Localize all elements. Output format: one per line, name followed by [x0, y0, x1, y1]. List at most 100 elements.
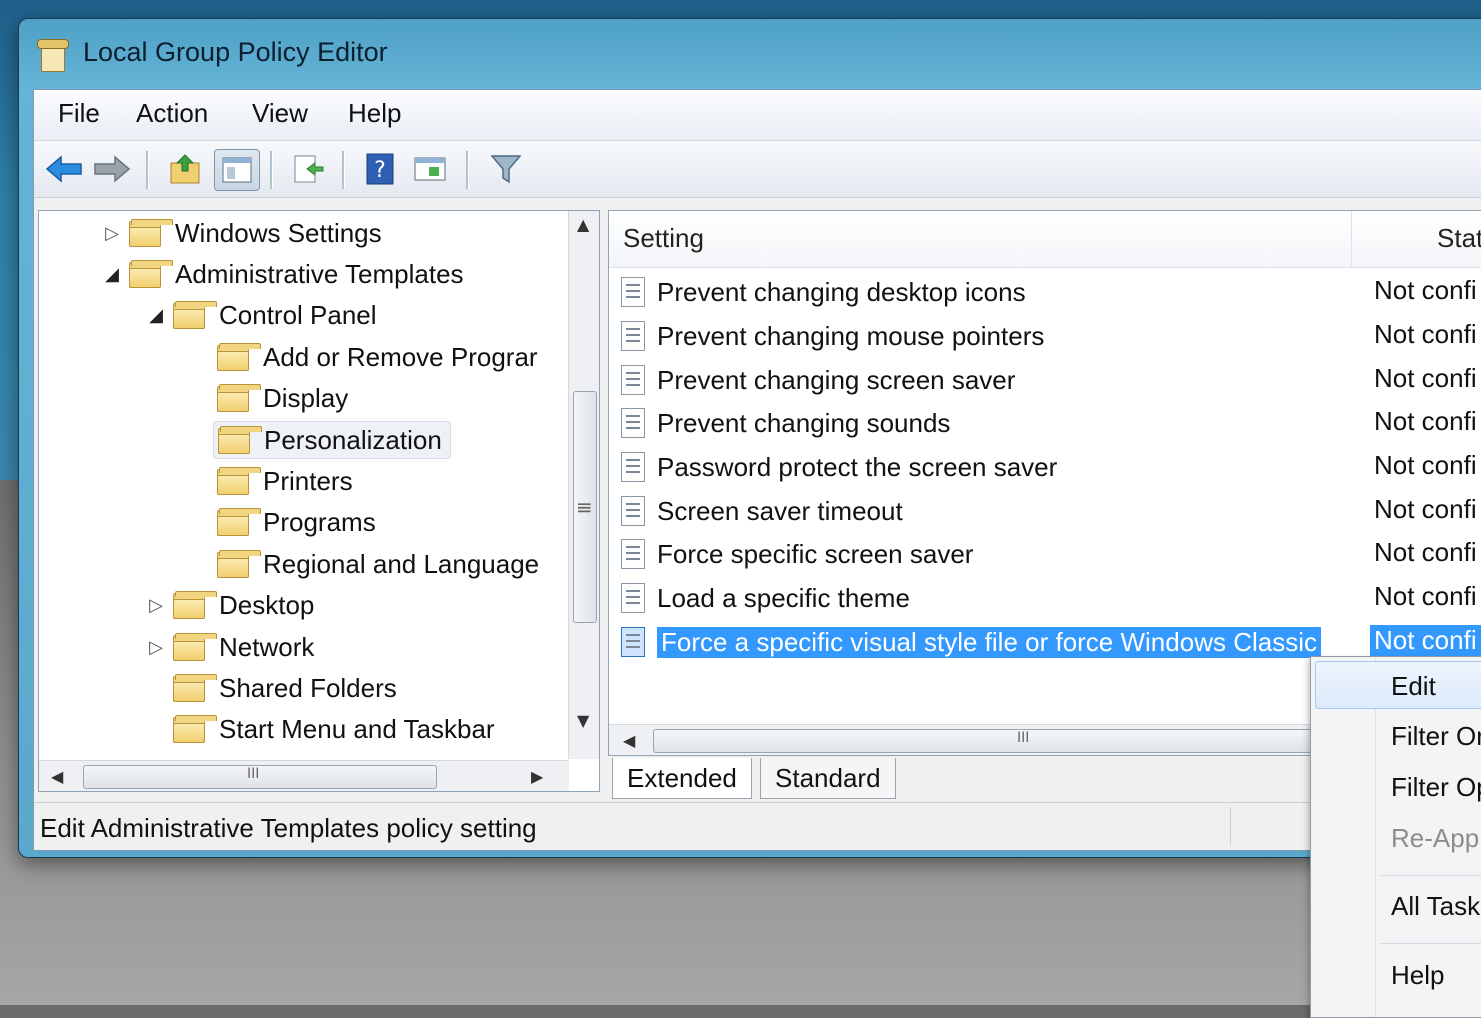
setting-state: Not confi [1374, 537, 1477, 567]
tree-item-label: Network [219, 631, 315, 662]
setting-row-selected[interactable]: Force a specific visual style file or fo… [621, 623, 1321, 661]
tree-item-personalization[interactable]: Personalization [213, 421, 451, 459]
tree-item-label: Add or Remove Prograr [263, 341, 538, 372]
tab-extended[interactable]: Extended [612, 758, 752, 799]
forward-icon[interactable] [90, 149, 134, 189]
setting-name: Prevent changing desktop icons [657, 276, 1026, 307]
context-menu-edit[interactable]: Edit [1391, 671, 1436, 702]
context-menu-reapply: Re-App [1391, 823, 1480, 853]
tree-item-label: Printers [263, 465, 353, 496]
menu-bar: File Action View Help [34, 90, 1481, 141]
tree-item-shared-folders[interactable]: Shared Folders [173, 670, 397, 706]
setting-state: Not confi [1374, 581, 1477, 611]
tree-pane[interactable]: ▷ Windows Settings ◢ Administrative Temp… [38, 210, 600, 792]
tree-item-label: Start Menu and Taskbar [219, 713, 495, 744]
collapse-arrow-icon[interactable]: ◢ [145, 304, 167, 326]
tree-item-administrative-templates[interactable]: ◢ Administrative Templates [101, 256, 464, 292]
column-header-setting[interactable]: Setting [623, 223, 704, 254]
scroll-up-icon[interactable]: ▲ [577, 215, 589, 234]
grip-icon: III [1017, 730, 1030, 746]
setting-name: Prevent changing screen saver [657, 364, 1016, 395]
tree-vertical-scrollbar[interactable]: ▲ ≡ ▼ [568, 211, 599, 759]
collapse-arrow-icon[interactable]: ◢ [101, 263, 123, 285]
folder-icon [217, 508, 261, 536]
folder-icon [173, 633, 217, 661]
tree-item-printers[interactable]: Printers [217, 463, 353, 499]
policy-setting-icon [621, 277, 645, 307]
setting-row[interactable]: Load a specific theme [621, 579, 910, 617]
tree-item-windows-settings[interactable]: ▷ Windows Settings [101, 215, 382, 251]
title-bar[interactable]: Local Group Policy Editor [19, 19, 1481, 89]
setting-row[interactable]: Prevent changing mouse pointers [621, 317, 1044, 355]
policy-setting-icon [621, 452, 645, 482]
column-header-state[interactable]: Stat [1437, 223, 1481, 254]
scroll-left-icon[interactable]: ◀ [623, 731, 635, 750]
tree-item-network[interactable]: ▷ Network [145, 629, 314, 665]
tree-item-start-menu-taskbar[interactable]: Start Menu and Taskbar [173, 711, 495, 747]
tree-item-regional-language[interactable]: Regional and Language [217, 546, 539, 582]
list-header: Setting Stat [609, 211, 1481, 268]
setting-name: Prevent changing mouse pointers [657, 320, 1045, 351]
expand-arrow-icon[interactable]: ▷ [145, 636, 167, 658]
menu-file[interactable]: File [54, 98, 104, 129]
setting-row[interactable]: Prevent changing sounds [621, 404, 950, 442]
window-title: Local Group Policy Editor [83, 37, 388, 67]
context-menu-all-tasks[interactable]: All Task [1391, 891, 1480, 922]
tree-item-add-remove-programs[interactable]: Add or Remove Prograr [217, 339, 538, 375]
policy-setting-icon [621, 539, 645, 569]
expand-arrow-icon[interactable]: ▷ [145, 594, 167, 616]
tree-item-label: Windows Settings [175, 217, 382, 248]
policy-setting-icon [621, 627, 645, 657]
folder-icon [129, 219, 173, 247]
toolbar: ? [34, 141, 1481, 198]
folder-icon [173, 301, 217, 329]
tree-item-label: Personalization [264, 424, 442, 455]
grip-icon: ≡ [576, 495, 593, 519]
group-policy-icon [37, 39, 69, 72]
context-menu-filter-options[interactable]: Filter Op [1391, 772, 1481, 803]
setting-state: Not confi [1374, 406, 1477, 436]
up-folder-icon[interactable] [164, 149, 208, 189]
tree-item-label: Administrative Templates [175, 258, 464, 289]
setting-row[interactable]: Force specific screen saver [621, 535, 973, 573]
policy-setting-icon [621, 321, 645, 351]
tab-standard[interactable]: Standard [760, 758, 896, 799]
view-tabs: Extended Standard [608, 756, 1368, 802]
setting-state: Not confi [1370, 625, 1481, 656]
context-menu: Edit Filter Or Filter Op Re-App All Task… [1310, 656, 1481, 1018]
scroll-down-icon[interactable]: ▼ [577, 711, 589, 730]
tree-item-label: Shared Folders [219, 672, 397, 703]
setting-row[interactable]: Prevent changing desktop icons [621, 273, 1026, 311]
scroll-thumb[interactable] [653, 729, 1335, 753]
policy-setting-icon [621, 365, 645, 395]
setting-row[interactable]: Screen saver timeout [621, 492, 903, 530]
scroll-left-icon[interactable]: ◀ [51, 767, 63, 786]
setting-name: Force specific screen saver [657, 538, 974, 569]
setting-row[interactable]: Prevent changing screen saver [621, 361, 1015, 399]
scroll-thumb[interactable] [83, 765, 437, 789]
menu-view[interactable]: View [248, 98, 312, 129]
setting-state: Not confi [1374, 363, 1477, 393]
folder-icon [217, 550, 261, 578]
tree-item-desktop[interactable]: ▷ Desktop [145, 587, 314, 623]
setting-name: Password protect the screen saver [657, 451, 1058, 482]
tree-item-programs[interactable]: Programs [217, 504, 376, 540]
scroll-right-icon[interactable]: ▶ [531, 767, 543, 786]
menu-action[interactable]: Action [132, 98, 212, 129]
tree-item-display[interactable]: Display [217, 380, 348, 416]
export-list-icon[interactable] [286, 149, 330, 189]
context-menu-help[interactable]: Help [1391, 960, 1444, 991]
properties-icon[interactable] [408, 149, 452, 189]
context-menu-filter-on[interactable]: Filter Or [1391, 721, 1481, 752]
back-icon[interactable] [42, 149, 86, 189]
help-icon[interactable]: ? [358, 149, 402, 189]
expand-arrow-icon[interactable]: ▷ [101, 222, 123, 244]
show-hide-tree-icon[interactable] [214, 149, 260, 191]
folder-icon [173, 674, 217, 702]
menu-help[interactable]: Help [344, 98, 405, 129]
tree-horizontal-scrollbar[interactable]: ◀ III ▶ [39, 760, 569, 791]
tree-item-control-panel[interactable]: ◢ Control Panel [145, 297, 376, 333]
setting-state: Not confi [1374, 494, 1477, 524]
setting-row[interactable]: Password protect the screen saver [621, 448, 1057, 486]
filter-icon[interactable] [484, 149, 528, 189]
